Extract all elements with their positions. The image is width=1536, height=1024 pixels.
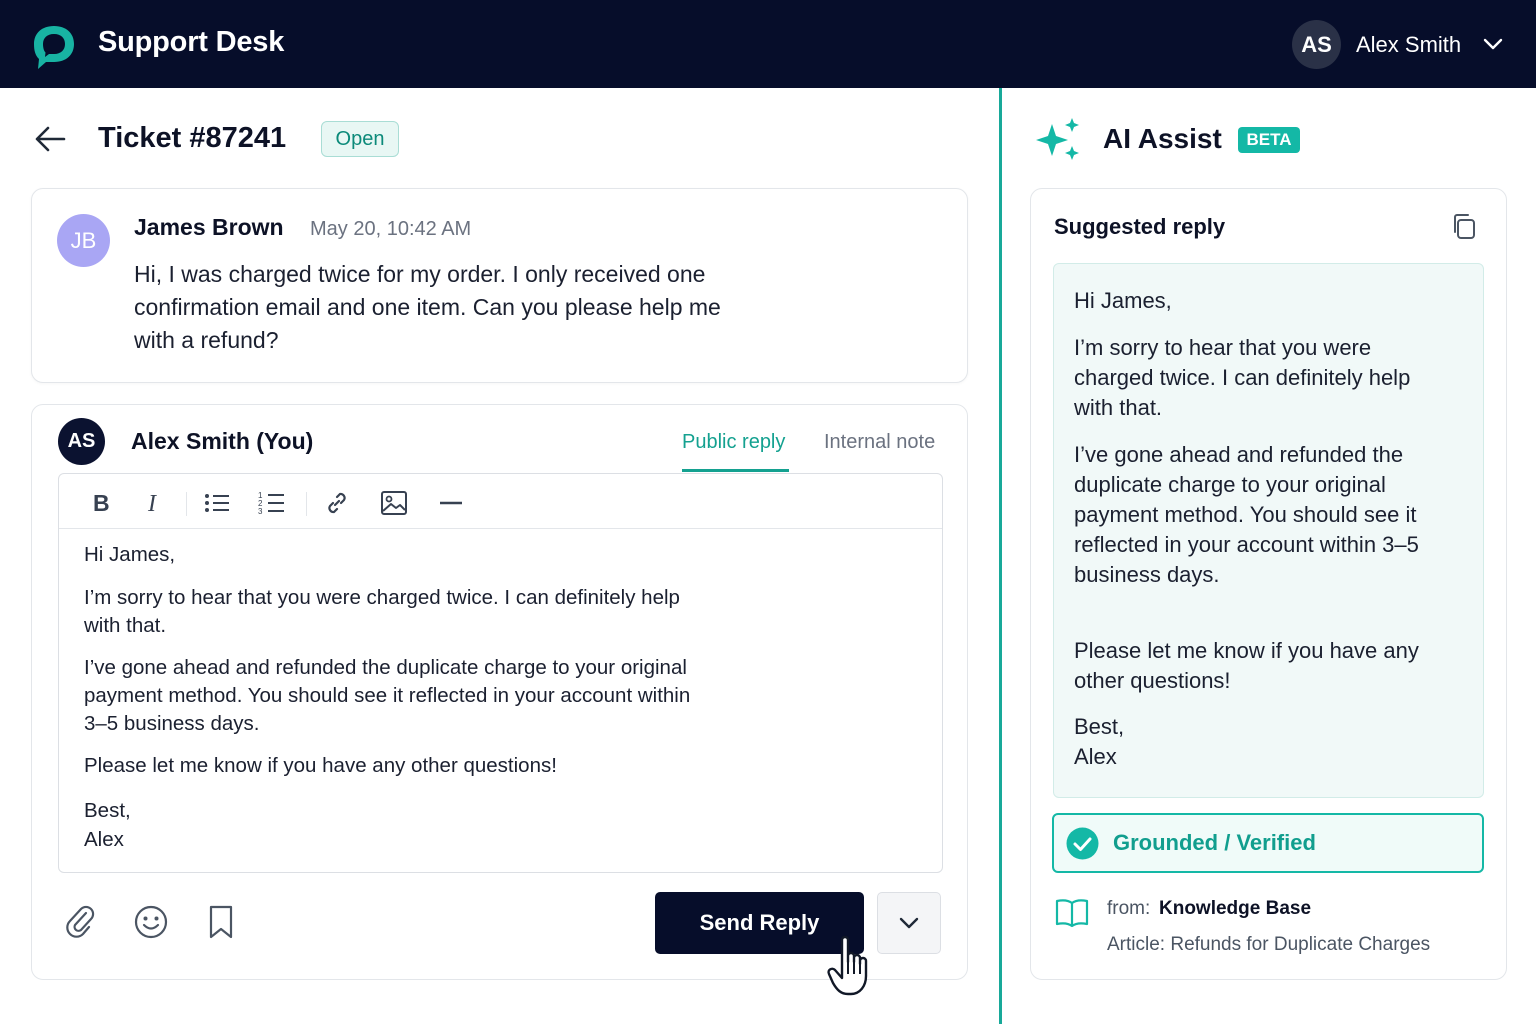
editor-paragraph: Best, xyxy=(84,799,131,822)
suggestion-paragraph: I’ve gone ahead and refunded the duplica… xyxy=(1074,442,1419,587)
message-body: Hi, I was charged twice for my order. I … xyxy=(134,261,721,353)
copy-icon[interactable] xyxy=(1450,212,1478,240)
emoji-icon[interactable] xyxy=(134,904,168,940)
source-article-link[interactable]: Article: Refunds for Duplicate Charges xyxy=(1107,934,1430,956)
svg-text:I: I xyxy=(147,491,157,515)
user-name[interactable]: Alex Smith xyxy=(1356,32,1461,58)
svg-text:3: 3 xyxy=(258,507,263,516)
status-badge: Open xyxy=(321,121,399,157)
editor-paragraph: Alex xyxy=(84,828,124,851)
editor-paragraph: I’ve gone ahead and refunded the duplica… xyxy=(84,656,691,735)
chevron-down-icon[interactable] xyxy=(1482,36,1504,52)
suggestion-paragraph: Hi James, xyxy=(1074,288,1172,313)
svg-text:B: B xyxy=(93,491,110,515)
toolbar-separator xyxy=(306,492,307,516)
editor-paragraph: I’m sorry to hear that you were charged … xyxy=(84,586,680,637)
source-name[interactable]: Knowledge Base xyxy=(1159,898,1311,920)
back-arrow-icon[interactable] xyxy=(34,124,66,154)
numbered-list-icon[interactable]: 123 xyxy=(257,488,287,518)
editor-paragraph: Please let me know if you have any other… xyxy=(84,754,557,777)
hand-pointer-icon xyxy=(827,935,868,996)
suggestion-paragraph: Best, xyxy=(1074,714,1125,739)
italic-icon[interactable]: I xyxy=(139,488,169,518)
agent-avatar: AS xyxy=(58,418,105,465)
bullet-list-icon[interactable] xyxy=(202,488,232,518)
chat-logo-icon xyxy=(34,26,74,69)
active-tab-indicator xyxy=(682,469,789,472)
agent-name: Alex Smith (You) xyxy=(131,428,314,454)
beta-badge: BETA xyxy=(1238,127,1300,153)
source-from-label: from: xyxy=(1107,898,1151,919)
customer-name: James Brown xyxy=(134,214,284,240)
image-icon[interactable] xyxy=(379,488,409,518)
suggestion-paragraph: Please let me know if you have any other… xyxy=(1074,638,1419,693)
tab-public-reply[interactable]: Public reply xyxy=(682,431,785,454)
book-icon xyxy=(1055,899,1089,928)
verified-label: Grounded / Verified xyxy=(1113,830,1316,855)
tab-internal-note[interactable]: Internal note xyxy=(824,431,935,454)
bold-icon[interactable]: B xyxy=(86,488,116,518)
message-timestamp: May 20, 10:42 AM xyxy=(310,218,472,240)
suggestion-paragraph: Alex xyxy=(1074,744,1117,769)
editor-paragraph: Hi James, xyxy=(84,543,176,566)
panel-divider xyxy=(999,88,1002,1024)
chevron-down-icon xyxy=(899,917,919,929)
suggestion-paragraph: I’m sorry to hear that you were charged … xyxy=(1074,335,1411,420)
horizontal-rule-icon[interactable] xyxy=(436,488,466,518)
editor-toolbar xyxy=(59,474,942,529)
customer-avatar: JB xyxy=(57,214,110,267)
ticket-title: Ticket #87241 xyxy=(98,122,287,154)
app-title: Support Desk xyxy=(98,26,285,58)
send-options-button[interactable] xyxy=(877,892,941,954)
toolbar-separator xyxy=(186,492,187,516)
suggested-reply-title: Suggested reply xyxy=(1054,214,1226,239)
sparkles-icon xyxy=(1036,118,1079,160)
link-icon[interactable] xyxy=(322,488,352,518)
user-avatar[interactable]: AS xyxy=(1292,20,1341,69)
bookmark-icon[interactable] xyxy=(204,904,238,940)
check-circle-icon xyxy=(1066,827,1099,860)
paperclip-icon[interactable] xyxy=(64,904,98,940)
ai-assist-title: AI Assist xyxy=(1103,123,1222,154)
